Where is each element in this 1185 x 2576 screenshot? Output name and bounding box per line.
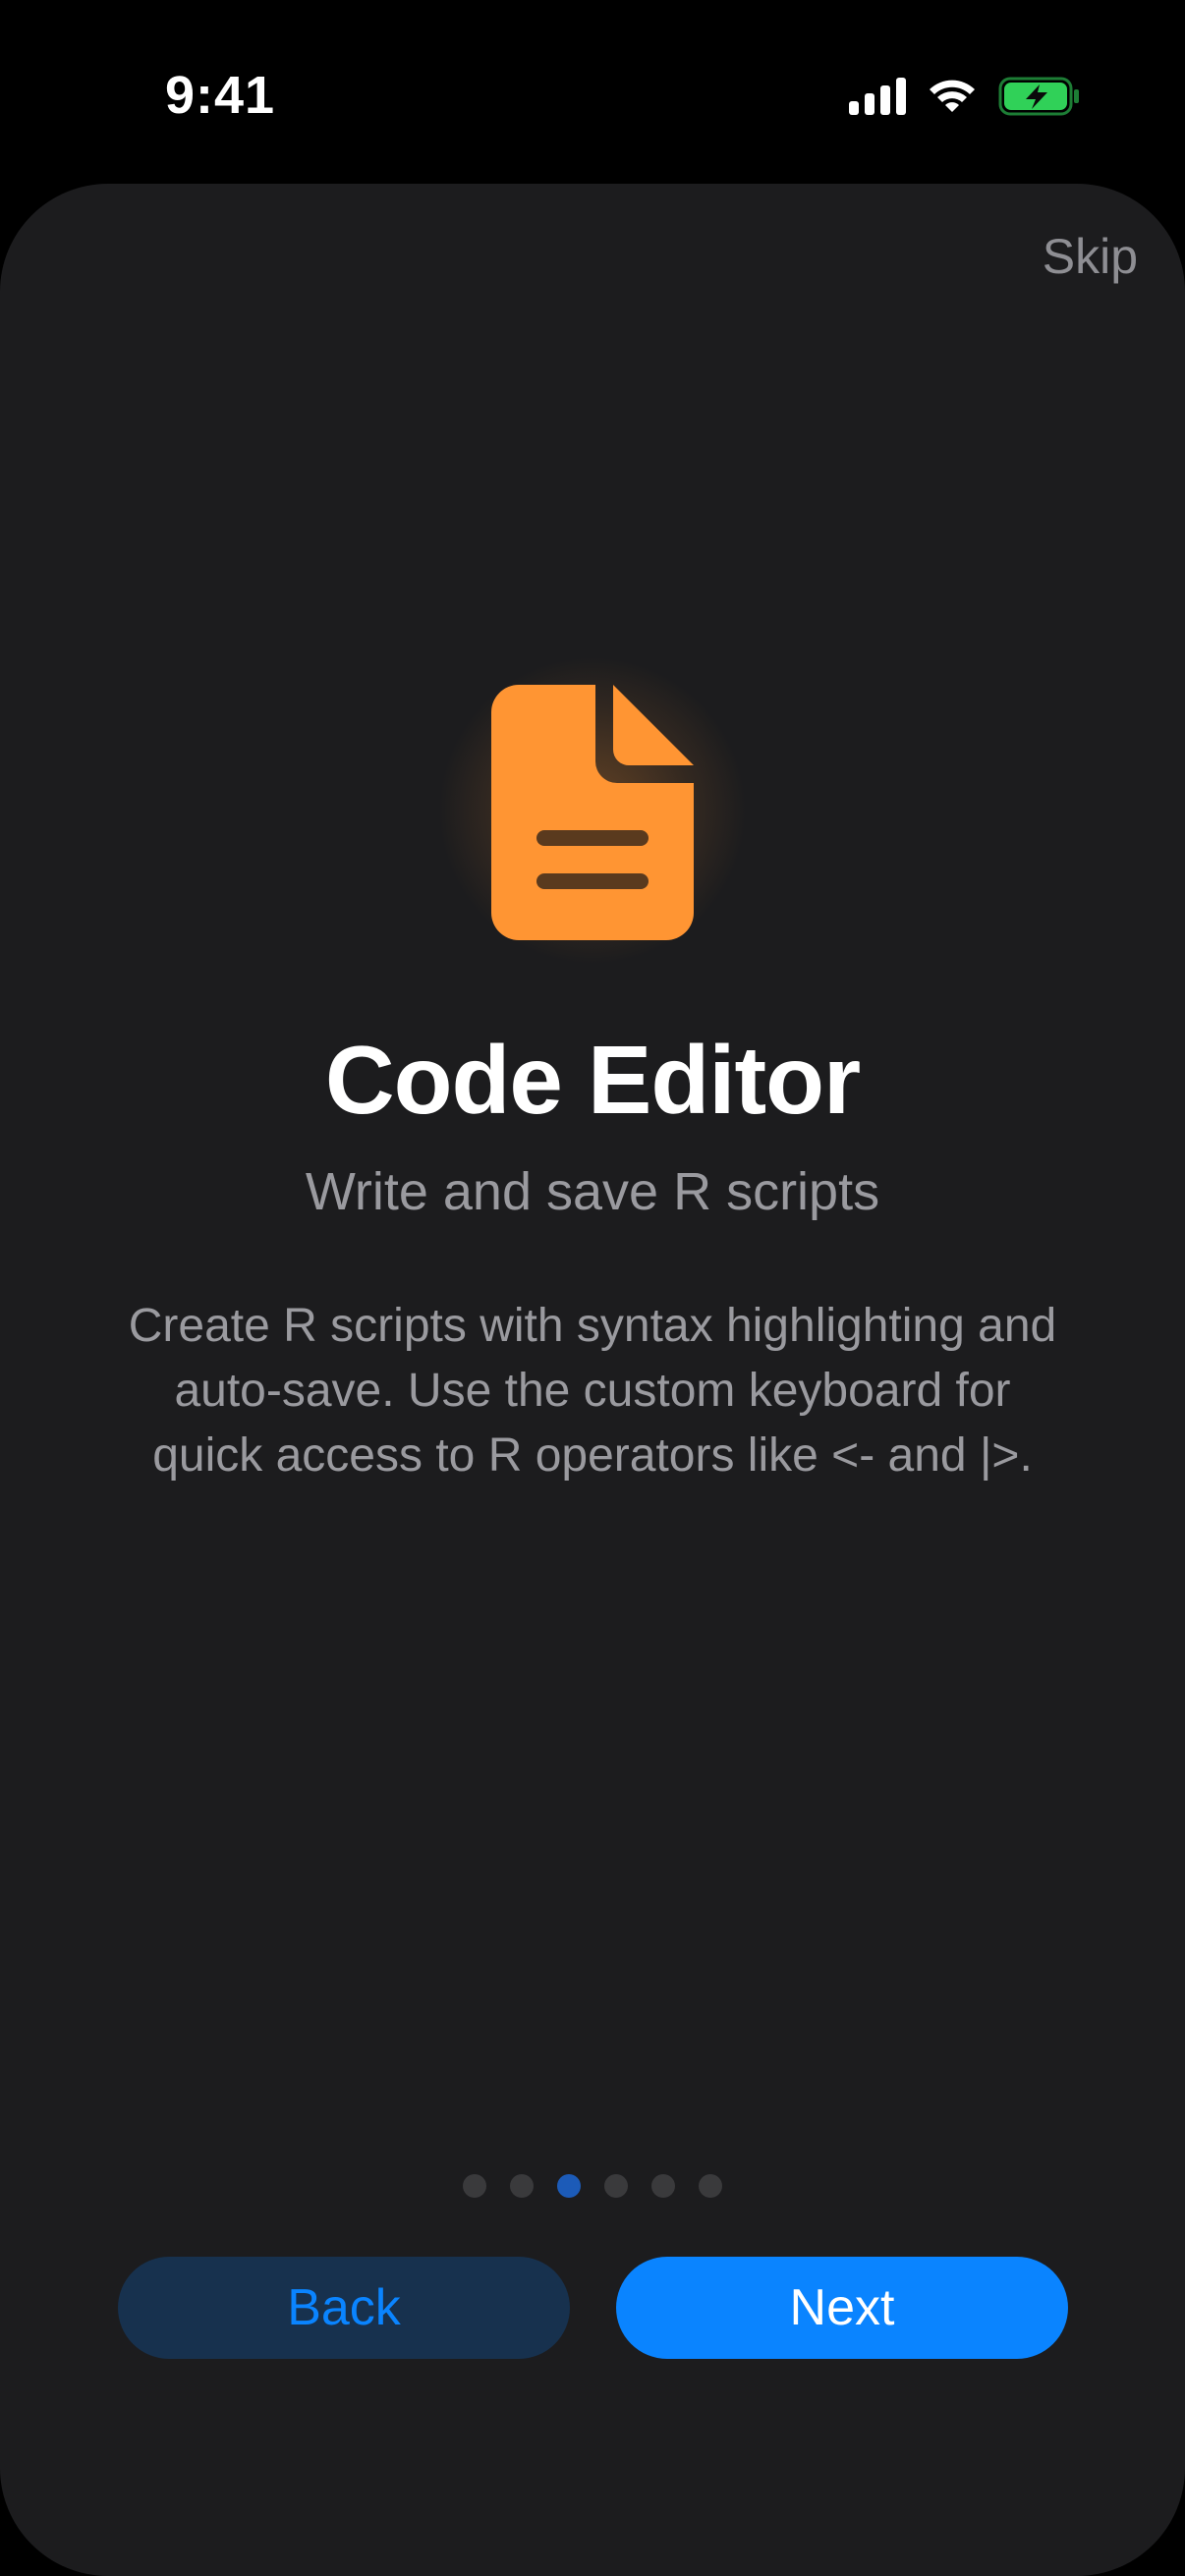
status-time: 9:41 [165,66,276,125]
document-icon [491,685,694,940]
page-subtitle: Write and save R scripts [305,1162,880,1221]
page-description: Create R scripts with syntax highlightin… [128,1300,1057,1482]
battery-charging-icon [998,77,1079,116]
wifi-icon [930,80,975,112]
page-dot-5[interactable] [651,2174,675,2198]
page-indicator[interactable] [0,2174,1185,2198]
cellular-signal-icon [849,78,906,115]
status-icons [849,77,1081,116]
back-button[interactable]: Back [118,2257,570,2359]
page-dot-4[interactable] [604,2174,628,2198]
page-dot-1[interactable] [463,2174,486,2198]
page-dot-6[interactable] [699,2174,722,2198]
page-title: Code Editor [324,1026,861,1134]
skip-button[interactable]: Skip [1043,228,1138,285]
status-bar: 9:41 [0,0,1185,187]
next-button[interactable]: Next [616,2257,1068,2359]
page-dot-2[interactable] [510,2174,534,2198]
page-dot-3[interactable] [557,2174,581,2198]
onboarding-sheet: Skip Code Editor Write and save R script… [0,184,1185,2576]
